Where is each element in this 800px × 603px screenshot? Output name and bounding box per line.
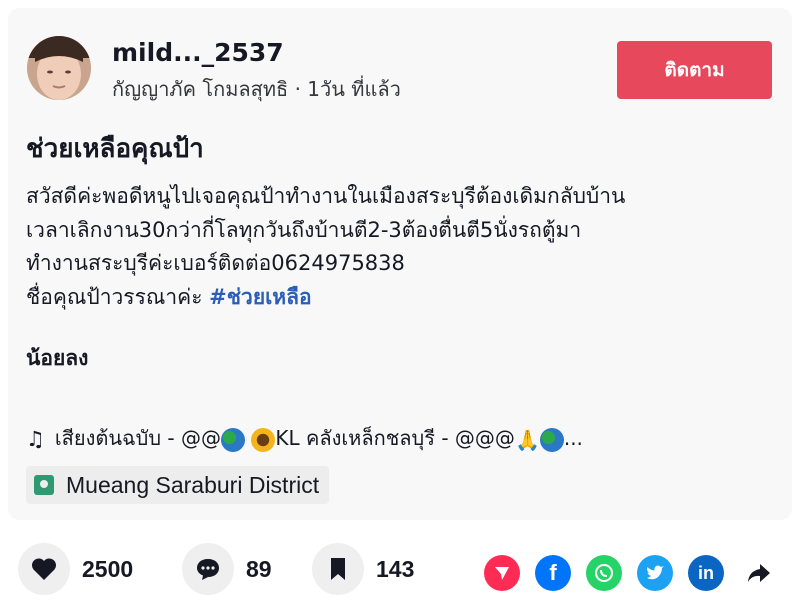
music-ellipsis: ... <box>563 426 583 450</box>
heart-icon <box>18 543 70 595</box>
forward-icon[interactable] <box>744 558 774 588</box>
bookmark-icon <box>312 543 364 595</box>
post-title: ช่วยเหลือคุณป้า <box>26 134 204 164</box>
whatsapp-icon[interactable] <box>586 555 622 591</box>
globe-emoji-icon <box>539 427 564 452</box>
comment-button[interactable]: 89 <box>182 543 272 595</box>
post-description: สวัสดีค่ะพอดีหนูไปเจอคุณป้าทำงานในเมืองส… <box>26 180 786 314</box>
avatar[interactable] <box>27 36 91 100</box>
send-icon[interactable] <box>484 555 520 591</box>
music-title-part2: KL คลังเหล็กชลบุรี - @@@ <box>275 426 515 450</box>
username[interactable]: mild..._2537 <box>112 38 284 68</box>
save-button[interactable]: 143 <box>312 543 414 595</box>
music-title: เสียงต้นฉบับ - @@ KL คลังเหล็กชลบุรี - @… <box>55 424 583 454</box>
facebook-icon[interactable]: f <box>535 555 571 591</box>
author-and-time: กัญญาภัค โกมลสุทธิ · 1วัน ที่แล้ว <box>112 77 401 101</box>
action-bar: 2500 89 143 f in <box>0 540 800 603</box>
linkedin-icon[interactable]: in <box>688 555 724 591</box>
like-count: 2500 <box>82 555 134 582</box>
avatar-image <box>27 36 91 100</box>
description-line: เวลาเลิกงาน30กว่ากี่โลทุกวันถึงบ้านตี2-3… <box>26 217 582 242</box>
globe-emoji-icon <box>220 427 245 452</box>
hashtag-link[interactable]: #ช่วยเหลือ <box>209 285 311 309</box>
like-button[interactable]: 2500 <box>18 543 133 595</box>
location-pin-icon <box>34 475 54 495</box>
follow-button[interactable]: ติดตาม <box>617 41 772 99</box>
music-note-icon: ♫ <box>26 426 45 451</box>
comment-icon <box>182 543 234 595</box>
show-less-button[interactable]: น้อยลง <box>26 344 88 372</box>
description-line: ทำงานสระบุรีค่ะเบอร์ติดต่อ0624975838 <box>26 251 405 275</box>
description-line: ชื่อคุณป้าวรรณาค่ะ #ช่วยเหลือ <box>26 281 786 315</box>
comment-count: 89 <box>246 555 272 582</box>
location-name: Mueang Saraburi District <box>66 471 320 498</box>
music-link[interactable]: ♫ เสียงต้นฉบับ - @@ KL คลังเหล็กชลบุรี -… <box>26 424 776 454</box>
twitter-icon[interactable] <box>637 555 673 591</box>
praying-hands-emoji-icon: 🙏 <box>514 427 540 452</box>
save-count: 143 <box>376 555 415 582</box>
description-text: ชื่อคุณป้าวรรณาค่ะ <box>26 284 203 309</box>
music-title-part1: เสียงต้นฉบับ - @@ <box>54 426 221 450</box>
description-line: สวัสดีค่ะพอดีหนูไปเจอคุณป้าทำงานในเมืองส… <box>26 184 626 208</box>
sunflower-emoji-icon <box>251 427 276 452</box>
location-tag[interactable]: Mueang Saraburi District <box>26 466 330 504</box>
post-card: mild..._2537 กัญญาภัค โกมลสุทธิ · 1วัน ท… <box>8 8 792 520</box>
